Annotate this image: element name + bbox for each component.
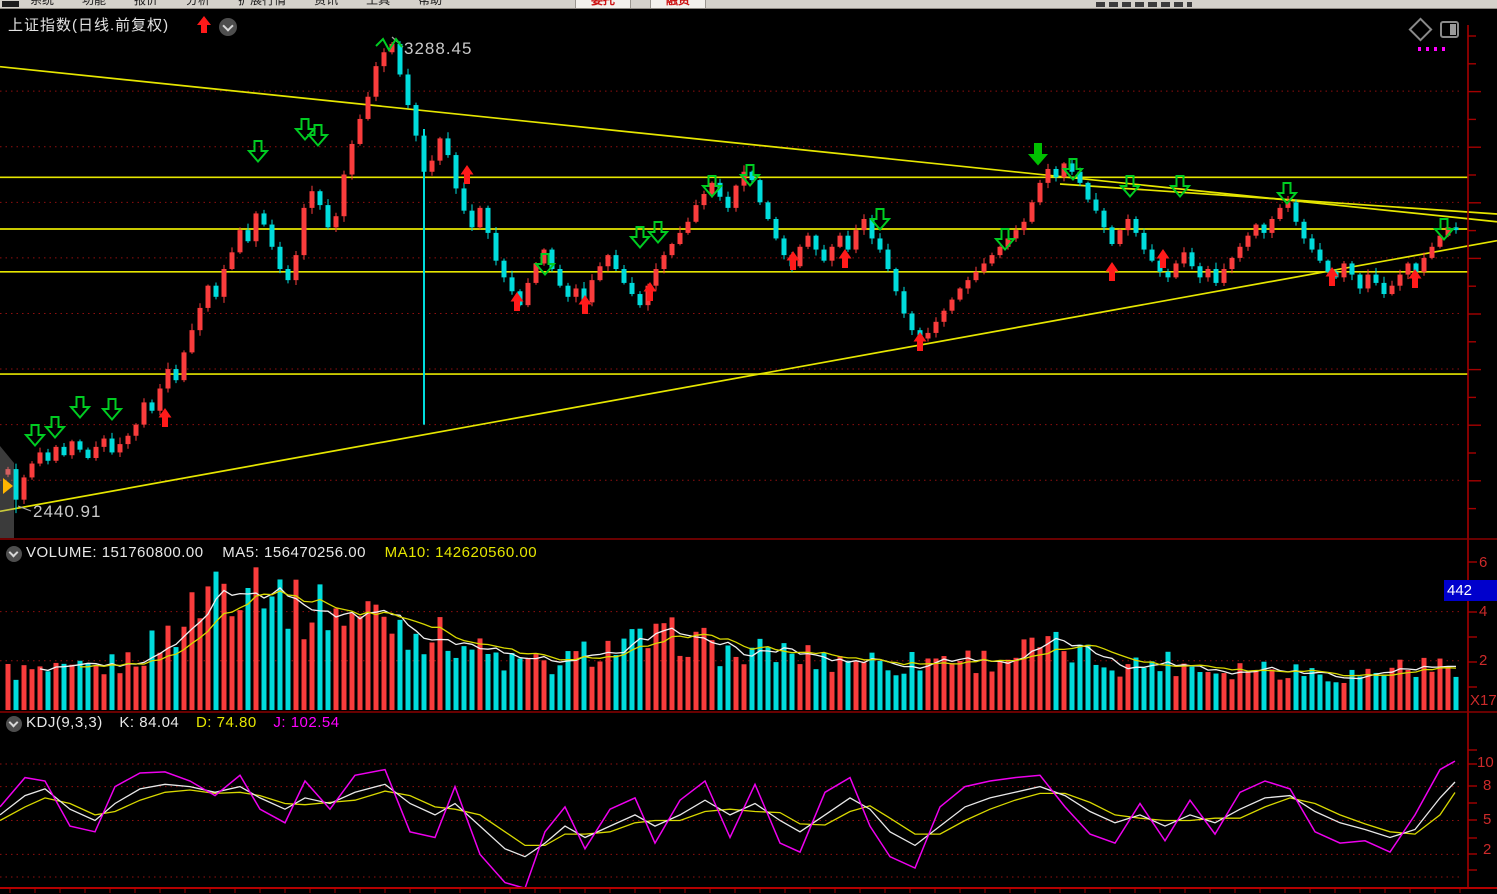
candles-group bbox=[6, 41, 1459, 513]
trend-up-icon bbox=[197, 16, 211, 34]
menu-row: 系统 功能 报价 分析 扩展行情 资讯 工具 帮助 bbox=[30, 0, 470, 8]
main-gridlines bbox=[0, 91, 1462, 480]
price-callouts bbox=[18, 37, 403, 511]
trading-app-window: 系统 功能 报价 分析 扩展行情 资讯 工具 帮助 委托 融资 上证指数(日线.前复权) 32… bbox=[0, 0, 1497, 894]
menu-item-news[interactable]: 资讯 bbox=[314, 0, 338, 7]
menu-item-analysis[interactable]: 分析 bbox=[186, 0, 210, 7]
left-splitter-widget bbox=[0, 446, 14, 538]
trade-button[interactable]: 委托 bbox=[575, 0, 631, 8]
volume-axis-label: 6 bbox=[1479, 554, 1487, 571]
drawing-dots-icon bbox=[1418, 38, 1450, 56]
topbar-clipped-text bbox=[1096, 2, 1192, 7]
kdj-header: KDJ(9,3,3) K: 84.04 D: 74.80 J: 102.54 bbox=[26, 714, 352, 731]
volume-label: VOLUME: bbox=[26, 544, 97, 561]
ma10-value: 142620560.00 bbox=[435, 544, 537, 561]
volume-axis-label: 2 bbox=[1479, 652, 1487, 669]
kdj-axis-label: 8 bbox=[1483, 777, 1491, 794]
volume-current-badge: 442 bbox=[1444, 580, 1497, 601]
d-value: 74.80 bbox=[217, 714, 257, 731]
app-icon bbox=[2, 1, 19, 7]
signal-arrows bbox=[26, 119, 1453, 446]
collapse-kdj-panel-button[interactable] bbox=[6, 716, 22, 732]
menu-item-function[interactable]: 功能 bbox=[82, 0, 106, 7]
kdj-indicator-label: KDJ(9,3,3) bbox=[26, 714, 103, 731]
menu-item-extended[interactable]: 扩展行情 bbox=[238, 0, 286, 7]
menu-item-system[interactable]: 系统 bbox=[30, 0, 54, 7]
menu-item-tools[interactable]: 工具 bbox=[366, 0, 390, 7]
collapse-main-panel-button[interactable] bbox=[219, 18, 237, 36]
low-price-label: 2440.91 bbox=[33, 502, 101, 522]
menu-item-help[interactable]: 帮助 bbox=[418, 0, 442, 7]
time-axis-ticks bbox=[10, 889, 1460, 893]
volume-scale-label: X17 bbox=[1470, 692, 1497, 709]
chevron-down-icon bbox=[222, 20, 233, 31]
kdj-axis-label: 10 bbox=[1477, 754, 1494, 771]
chart-canvas[interactable] bbox=[0, 0, 1497, 894]
ma5-label: MA5: bbox=[222, 544, 259, 561]
layout-panel-icon[interactable] bbox=[1440, 21, 1459, 38]
kdj-gridlines bbox=[0, 764, 1462, 877]
kdj-lines bbox=[0, 761, 1455, 888]
kdj-axis-label: 2 bbox=[1483, 841, 1491, 858]
chevron-down-icon bbox=[9, 718, 19, 728]
kdj-axis-label: 5 bbox=[1483, 811, 1491, 828]
chevron-down-icon bbox=[9, 548, 19, 558]
margin-button[interactable]: 融资 bbox=[650, 0, 706, 8]
high-price-label: 3288.45 bbox=[404, 39, 472, 59]
volume-ma5-line bbox=[40, 588, 1456, 679]
menu-bar: 系统 功能 报价 分析 扩展行情 资讯 工具 帮助 委托 融资 bbox=[0, 0, 1497, 9]
k-value: 84.04 bbox=[139, 714, 179, 731]
ma5-value: 156470256.00 bbox=[264, 544, 366, 561]
ma10-label: MA10: bbox=[385, 544, 431, 561]
volume-bars bbox=[6, 567, 1459, 710]
collapse-volume-panel-button[interactable] bbox=[6, 546, 22, 562]
volume-value: 151760800.00 bbox=[102, 544, 204, 561]
volume-axis-label: 4 bbox=[1479, 603, 1487, 620]
j-value: 102.54 bbox=[291, 714, 340, 731]
menu-item-quotes[interactable]: 报价 bbox=[134, 0, 158, 7]
chart-title: 上证指数(日线.前复权) bbox=[8, 14, 169, 35]
volume-header: VOLUME: 151760800.00 MA5: 156470256.00 M… bbox=[26, 544, 551, 561]
